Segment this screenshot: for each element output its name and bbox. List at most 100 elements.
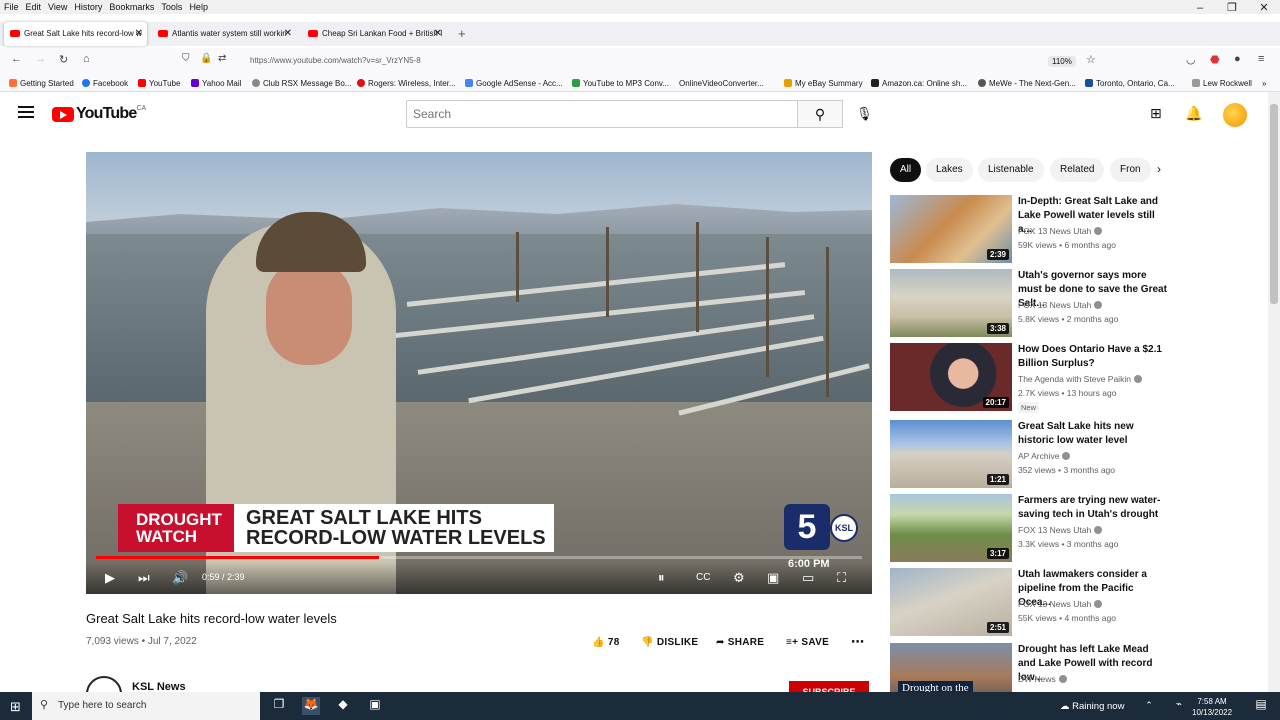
- chip-related[interactable]: Related: [1050, 158, 1105, 182]
- recommendation-item[interactable]: 3:17 Farmers are trying new water-saving…: [890, 494, 1170, 562]
- bookmarks-overflow-icon[interactable]: »: [1262, 79, 1266, 88]
- taskbar-search-box[interactable]: ⚲ Type here to search: [32, 692, 260, 720]
- settings-gear-icon[interactable]: ⚙: [733, 570, 745, 586]
- video-player[interactable]: DROUGHT WATCH GREAT SALT LAKE HITS RECOR…: [86, 152, 872, 594]
- menu-help[interactable]: Help: [185, 0, 211, 12]
- chip-listenable[interactable]: Listenable: [978, 158, 1044, 182]
- chevron-right-icon[interactable]: ›: [1157, 162, 1161, 176]
- close-tab-icon[interactable]: ✕: [135, 22, 143, 46]
- video-thumbnail[interactable]: 20:17: [890, 343, 1012, 411]
- video-thumbnail[interactable]: 2:51: [890, 568, 1012, 636]
- zoom-level[interactable]: 110%: [1048, 56, 1076, 67]
- shield-icon[interactable]: ⛉: [182, 53, 190, 64]
- bookmark-yahoo-mail[interactable]: Yahoo Mail: [191, 79, 241, 88]
- weather-widget[interactable]: ☁ Raining now: [1060, 701, 1124, 712]
- more-actions-icon[interactable]: ⋯: [851, 634, 864, 650]
- bookmark-facebook[interactable]: Facebook: [82, 79, 128, 88]
- video-thumbnail[interactable]: 1:21: [890, 420, 1012, 488]
- bookmark-rogers[interactable]: Rogers: Wireless, Inter...: [357, 79, 456, 88]
- bookmark-lew-rockwell[interactable]: Lew Rockwell: [1192, 79, 1252, 88]
- profile-icon[interactable]: ●: [1234, 53, 1241, 65]
- video-progress-bar[interactable]: [96, 556, 862, 559]
- recommendation-item[interactable]: 2:39 In-Depth: Great Salt Lake and Lake …: [890, 195, 1170, 263]
- forward-icon[interactable]: →: [35, 53, 46, 65]
- tab-great-salt-lake[interactable]: Great Salt Lake hits record-low w ✕: [4, 22, 147, 46]
- new-tab-icon[interactable]: +: [458, 26, 466, 41]
- lock-icon[interactable]: 🔒: [200, 53, 212, 64]
- recommendation-channel[interactable]: AP Archive: [1018, 451, 1071, 461]
- pocket-icon[interactable]: ◡: [1186, 53, 1196, 66]
- url-text[interactable]: https://www.youtube.com/watch?v=sr_VrzYN…: [250, 56, 421, 65]
- bookmark-youtube-to-mp3[interactable]: YouTube to MP3 Conv...: [572, 79, 669, 88]
- address-bar[interactable]: ⛉ 🔒 ⇄ https://www.youtube.com/watch?v=sr…: [178, 50, 1102, 74]
- bookmark-onlinevideoconverter[interactable]: OnlineVideoConverter...: [679, 79, 764, 88]
- close-tab-icon[interactable]: ✕: [434, 22, 442, 46]
- bookmark-amazon[interactable]: Amazon.ca: Online sh...: [871, 79, 967, 88]
- menu-view[interactable]: View: [44, 0, 70, 12]
- close-window-button[interactable]: ✕: [1248, 0, 1280, 20]
- notifications-icon[interactable]: ▤: [1252, 697, 1270, 715]
- chip-all[interactable]: All: [890, 158, 922, 182]
- miniplayer-icon[interactable]: ▣: [767, 570, 779, 586]
- recommendation-item[interactable]: 3:38 Utah's governor says more must be d…: [890, 269, 1170, 337]
- youtube-logo[interactable]: YouTubeCA: [52, 105, 146, 123]
- recommendation-channel[interactable]: FOX 13 News Utah: [1018, 226, 1103, 236]
- bookmark-getting-started[interactable]: Getting Started: [9, 79, 74, 88]
- chip-from[interactable]: Fron: [1110, 158, 1151, 182]
- menu-edit[interactable]: Edit: [22, 0, 45, 12]
- save-button[interactable]: ≡+ SAVE: [786, 637, 829, 648]
- menu-tools[interactable]: Tools: [157, 0, 185, 12]
- permissions-icon[interactable]: ⇄: [218, 53, 226, 64]
- volume-icon[interactable]: 🔊: [172, 570, 188, 586]
- bookmark-toronto[interactable]: Toronto, Ontario, Ca...: [1085, 79, 1175, 88]
- captions-icon[interactable]: CC: [696, 572, 710, 583]
- restore-button[interactable]: ❐: [1216, 0, 1248, 20]
- recommendation-channel[interactable]: FOX 13 News Utah: [1018, 599, 1103, 609]
- recommendation-item[interactable]: 20:17 How Does Ontario Have a $2.1 Billi…: [890, 343, 1170, 413]
- menu-bookmarks[interactable]: Bookmarks: [105, 0, 157, 12]
- bookmark-youtube[interactable]: YouTube: [138, 79, 180, 88]
- fullscreen-icon[interactable]: ⛶: [837, 570, 846, 586]
- autoplay-toggle-icon[interactable]: ⏸: [658, 570, 665, 586]
- recommendation-item[interactable]: 1:21 Great Salt Lake hits new historic l…: [890, 420, 1170, 488]
- network-icon[interactable]: ⌁: [1170, 699, 1188, 717]
- tray-chevron-icon[interactable]: ⌃: [1140, 700, 1158, 718]
- account-avatar[interactable]: [1223, 103, 1247, 127]
- video-thumbnail[interactable]: 3:38: [890, 269, 1012, 337]
- menu-history[interactable]: History: [70, 0, 105, 12]
- hamburger-menu-icon[interactable]: [18, 106, 34, 118]
- bookmark-mewe[interactable]: MeWe - The Next-Gen...: [978, 79, 1076, 88]
- recommendation-title[interactable]: How Does Ontario Have a $2.1 Billion Sur…: [1018, 343, 1168, 371]
- recommendation-channel[interactable]: The Agenda with Steve Paikin: [1018, 374, 1142, 384]
- recommendation-channel[interactable]: FOX 13 News Utah: [1018, 300, 1103, 310]
- minimize-button[interactable]: –: [1184, 0, 1216, 20]
- create-video-icon[interactable]: ⊞: [1150, 105, 1162, 122]
- chip-lakes[interactable]: Lakes: [926, 158, 973, 182]
- firefox-icon[interactable]: 🦊: [302, 697, 320, 715]
- back-icon[interactable]: ←: [11, 53, 22, 65]
- tab-sri-lankan-food[interactable]: Cheap Sri Lankan Food + British I ✕: [302, 22, 446, 46]
- taskbar-clock[interactable]: 7:58 AM 10/13/2022: [1192, 696, 1232, 718]
- video-thumbnail[interactable]: 2:39: [890, 195, 1012, 263]
- bookmark-club-rsx[interactable]: Club RSX Message Bo...: [252, 79, 351, 88]
- microphone-icon[interactable]: 🎙: [856, 106, 873, 122]
- dislike-button[interactable]: 👎 DISLIKE: [641, 637, 698, 648]
- like-button[interactable]: 👍 78: [592, 637, 620, 648]
- app-icon[interactable]: ◆: [334, 697, 352, 715]
- app-menu-icon[interactable]: ≡: [1258, 53, 1264, 65]
- search-input[interactable]: [406, 100, 798, 128]
- next-video-icon[interactable]: ⏭: [138, 570, 150, 586]
- search-button[interactable]: ⚲: [797, 100, 843, 128]
- recommendation-title[interactable]: Great Salt Lake hits new historic low wa…: [1018, 420, 1168, 448]
- notifications-bell-icon[interactable]: 🔔: [1185, 105, 1202, 122]
- scrollbar-thumb[interactable]: [1270, 104, 1278, 304]
- share-button[interactable]: ➦ SHARE: [716, 637, 764, 648]
- video-thumbnail[interactable]: 3:17: [890, 494, 1012, 562]
- recommendation-item[interactable]: Drought on the Drought has left Lake Mea…: [890, 643, 1170, 692]
- extension-icon[interactable]: ⬣: [1210, 53, 1220, 66]
- recommendation-channel[interactable]: FOX 13 News Utah: [1018, 525, 1103, 535]
- recommendation-item[interactable]: 2:51 Utah lawmakers consider a pipeline …: [890, 568, 1170, 636]
- reload-icon[interactable]: ↻: [59, 53, 68, 66]
- close-tab-icon[interactable]: ✕: [284, 22, 292, 46]
- task-view-icon[interactable]: ❐: [270, 697, 288, 715]
